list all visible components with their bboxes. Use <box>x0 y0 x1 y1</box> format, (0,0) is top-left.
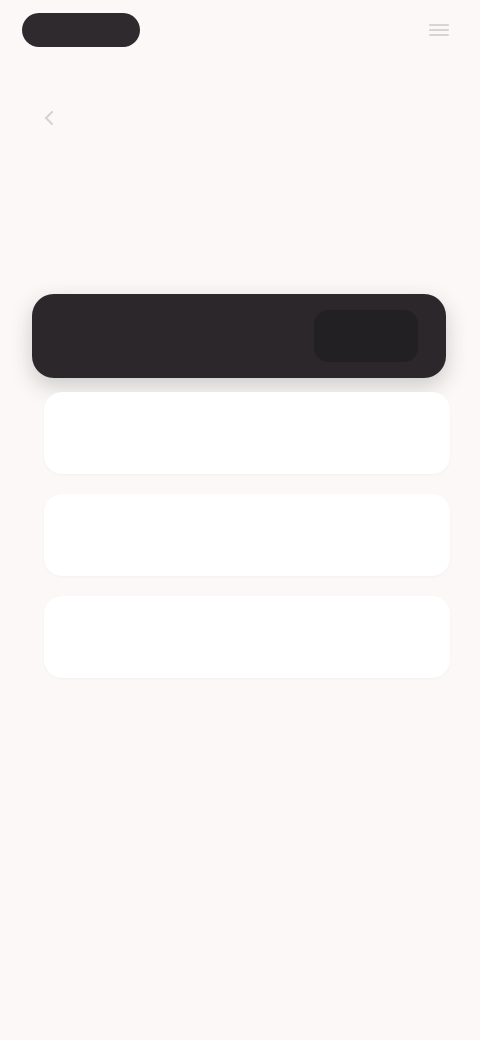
app-screen <box>0 0 480 1040</box>
navigation-row <box>40 104 450 132</box>
top-bar <box>22 10 456 50</box>
chevron-left-icon[interactable] <box>40 109 58 127</box>
option-card[interactable] <box>44 392 450 474</box>
navigation-text <box>72 112 436 124</box>
primary-submit-button[interactable] <box>314 310 418 362</box>
option-card[interactable] <box>44 494 450 576</box>
option-card[interactable] <box>44 596 450 678</box>
app-logo[interactable] <box>22 13 140 47</box>
menu-icon <box>428 22 450 38</box>
options-list <box>44 392 450 698</box>
primary-input-field[interactable] <box>32 294 446 378</box>
menu-button[interactable] <box>422 13 456 47</box>
